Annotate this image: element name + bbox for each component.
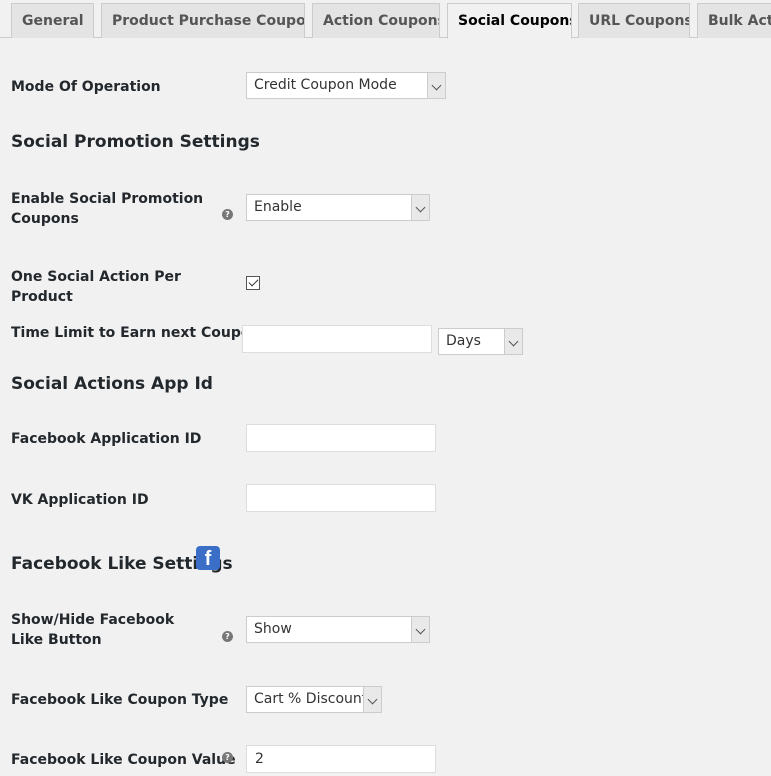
social-promotion-heading: Social Promotion Settings bbox=[11, 132, 260, 152]
chevron-down-icon bbox=[411, 195, 429, 220]
time-unit-select[interactable]: Days bbox=[438, 328, 523, 355]
like-coupon-type-value: Cart % Discount bbox=[254, 691, 368, 707]
checkmark-icon bbox=[248, 276, 258, 287]
enable-social-promotion-label: Enable Social Promotion Coupons bbox=[11, 191, 204, 227]
chevron-down-icon bbox=[427, 73, 445, 98]
help-icon[interactable]: ? bbox=[222, 209, 233, 220]
time-limit-input[interactable] bbox=[242, 325, 432, 353]
tab-social-coupons[interactable]: Social Coupons bbox=[447, 3, 572, 39]
tab-product-purchase-coupons[interactable]: Product Purchase Coupons bbox=[101, 3, 305, 38]
like-coupon-value-label: Facebook Like Coupon Value bbox=[11, 752, 236, 768]
one-social-action-label: One Social Action Per Product bbox=[11, 269, 181, 305]
enable-social-promotion-select[interactable]: Enable bbox=[246, 194, 430, 221]
help-icon[interactable]: ? bbox=[222, 752, 233, 763]
tab-action-coupons[interactable]: Action Coupons bbox=[312, 3, 440, 38]
vk-app-id-label: VK Application ID bbox=[11, 492, 149, 508]
time-limit-label: Time Limit to Earn next Coupons bbox=[11, 325, 269, 341]
mode-of-operation-label: Mode Of Operation bbox=[11, 79, 161, 95]
social-app-id-heading: Social Actions App Id bbox=[11, 374, 213, 394]
show-hide-like-select[interactable]: Show bbox=[246, 616, 430, 643]
facebook-icon: f bbox=[196, 546, 220, 570]
tab-general[interactable]: General bbox=[11, 3, 94, 38]
tab-url-coupons[interactable]: URL Coupons bbox=[578, 3, 690, 38]
settings-page: General Product Purchase Coupons Action … bbox=[0, 0, 771, 776]
tab-bulk-actions[interactable]: Bulk Actions bbox=[697, 3, 771, 38]
chevron-down-icon bbox=[411, 617, 429, 642]
like-coupon-type-label: Facebook Like Coupon Type bbox=[11, 692, 229, 708]
facebook-app-id-label: Facebook Application ID bbox=[11, 431, 202, 447]
mode-of-operation-select[interactable]: Credit Coupon Mode bbox=[246, 72, 446, 99]
like-coupon-type-select[interactable]: Cart % Discount bbox=[246, 686, 382, 713]
like-coupon-value-input[interactable] bbox=[246, 745, 436, 773]
facebook-app-id-input[interactable] bbox=[246, 424, 436, 452]
one-social-action-checkbox[interactable] bbox=[246, 276, 260, 290]
chevron-down-icon bbox=[363, 687, 381, 712]
vk-app-id-input[interactable] bbox=[246, 484, 436, 512]
show-hide-like-value: Show bbox=[254, 621, 292, 637]
settings-tabs: General Product Purchase Coupons Action … bbox=[0, 0, 771, 39]
enable-social-promotion-value: Enable bbox=[254, 199, 302, 215]
chevron-down-icon bbox=[504, 329, 522, 354]
help-icon[interactable]: ? bbox=[222, 631, 233, 642]
mode-of-operation-value: Credit Coupon Mode bbox=[254, 77, 397, 93]
show-hide-like-label: Show/Hide Facebook Like Button bbox=[11, 612, 175, 648]
